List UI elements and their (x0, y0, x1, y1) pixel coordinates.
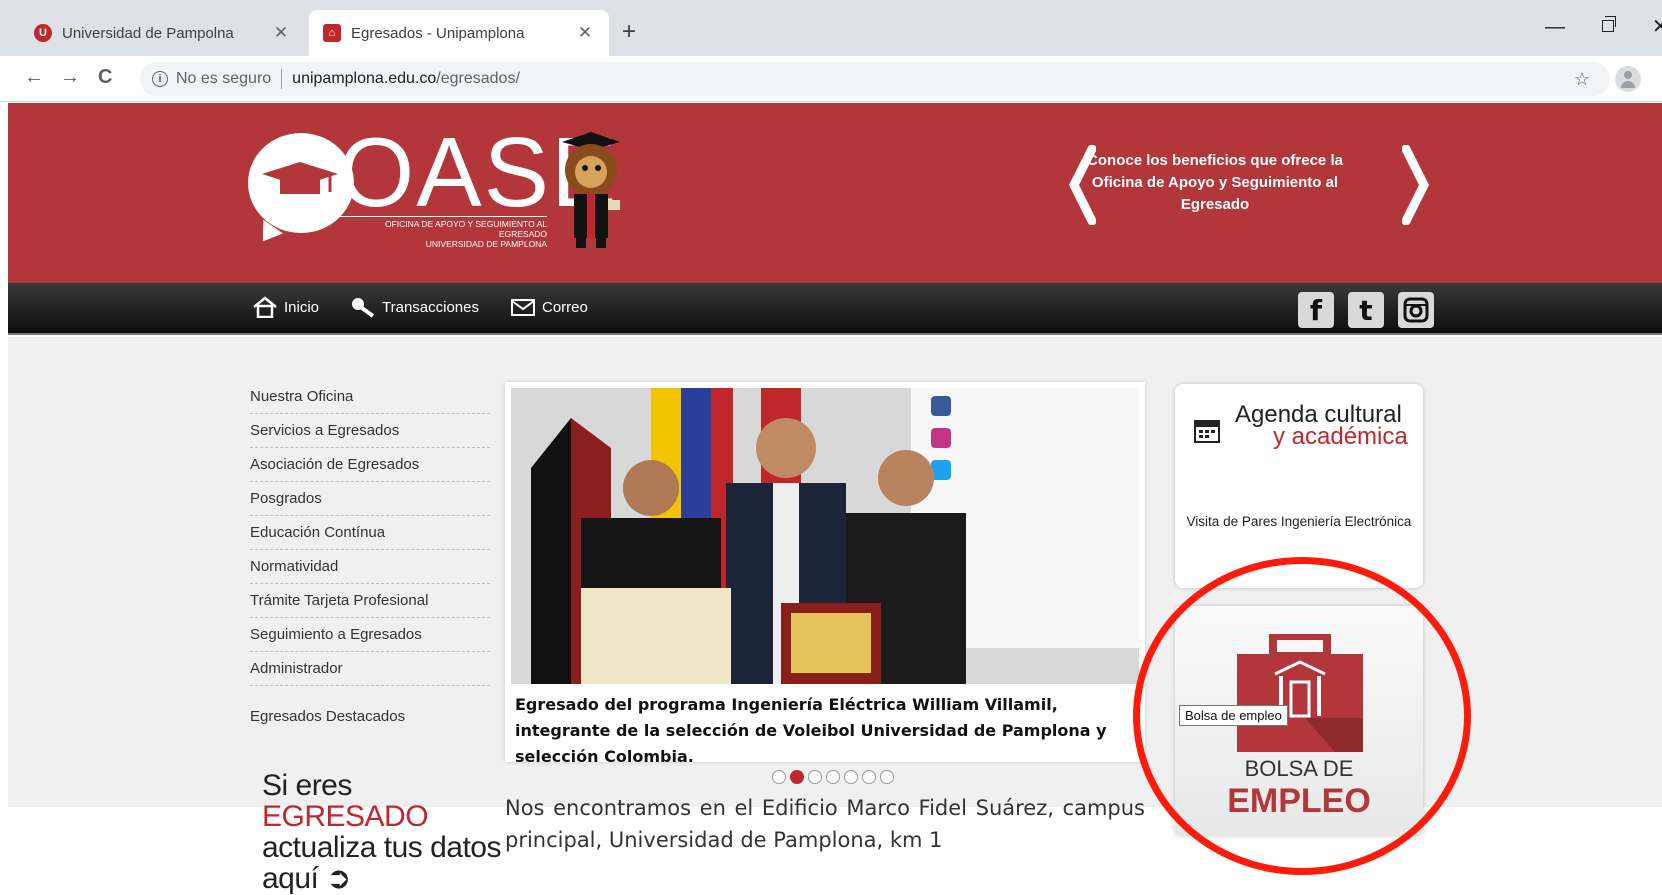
url-host: unipamplona.edu.co (292, 70, 437, 87)
oase-favicon-icon: ⌂ (323, 24, 341, 42)
mail-icon (511, 299, 535, 316)
info-icon[interactable]: i (152, 71, 168, 87)
update-data-banner[interactable]: Si eres EGRESADO actualiza tus datos aqu… (262, 770, 512, 894)
browser-tab-bar: U Universidad de Pampolna ✕ ⌂ Egresados … (0, 0, 1662, 56)
banner-text: aquí ➲ (262, 862, 351, 895)
tab-egresados[interactable]: ⌂ Egresados - Unipamplona ✕ (309, 10, 609, 56)
slider-dot[interactable] (844, 770, 858, 784)
logo-subtitle-line: UNIVERSIDAD DE PAMPLONA (425, 239, 547, 249)
lion-mascot-icon (562, 132, 620, 248)
nav-correo[interactable]: Correo (510, 296, 588, 318)
url-path: /egresados/ (436, 70, 520, 87)
nav-label: Inicio (284, 298, 320, 316)
tab-title: Universidad de Pampolna (62, 24, 234, 42)
instagram-glyph (1403, 297, 1429, 323)
close-tab-icon[interactable]: ✕ (575, 23, 595, 43)
chevron-right-icon[interactable] (1402, 145, 1430, 225)
calendar-icon (1194, 420, 1220, 443)
sidebar-item-tarjeta[interactable]: Trámite Tarjeta Profesional (250, 584, 490, 618)
logo-subtitle-line: OFICINA DE APOYO Y SEGUIMIENTO AL EGRESA… (384, 219, 547, 239)
agenda-title: Agenda cultural y académica (1235, 403, 1408, 450)
twitter-icon[interactable]: t (1348, 292, 1384, 328)
sidebar-item-nuestra-oficina[interactable]: Nuestra Oficina (250, 380, 490, 414)
highlight-circle-annotation (1133, 557, 1471, 875)
divider (281, 69, 283, 89)
nav-label: Correo (542, 298, 588, 316)
bookmark-star-icon[interactable]: ☆ (1574, 69, 1590, 90)
banner-text: Si eres (262, 769, 352, 802)
banner-highlight: EGRESADO (262, 800, 429, 833)
nav-inicio[interactable]: Inicio (252, 296, 319, 318)
address-bar[interactable]: i No es seguro unipamplona.edu.co/egresa… (140, 62, 1610, 96)
instagram-icon[interactable] (1398, 292, 1434, 328)
sidebar-item-seguimiento[interactable]: Seguimiento a Egresados (250, 618, 490, 652)
sidebar-menu: Nuestra Oficina Servicios a Egresados As… (250, 380, 490, 734)
restore-window-icon[interactable] (1602, 16, 1616, 32)
slider-dot[interactable] (880, 770, 894, 784)
sidebar-item-posgrados[interactable]: Posgrados (250, 482, 490, 516)
location-text: Nos encontramos en el Edificio Marco Fid… (505, 796, 1145, 852)
graduation-cap-icon (262, 162, 338, 194)
sidebar-item-administrador[interactable]: Administrador (250, 652, 490, 686)
slider-dot[interactable] (772, 770, 786, 784)
nav-transacciones[interactable]: Transacciones (350, 296, 479, 318)
sidebar-item-asociacion[interactable]: Asociación de Egresados (250, 448, 490, 482)
news-slider[interactable]: Egresado del programa Ingeniería Eléctri… (505, 382, 1145, 766)
agenda-event-link[interactable]: Visita de Pares Ingeniería Electrónica (1175, 514, 1423, 529)
tab-universidad[interactable]: U Universidad de Pampolna ✕ (20, 10, 305, 56)
slider-dot[interactable] (862, 770, 876, 784)
minimize-window-icon[interactable]: — (1545, 16, 1565, 39)
graduation-ceremony-image (511, 388, 1139, 684)
banner-text: actualiza tus datos (262, 831, 501, 864)
slider-dot-active[interactable] (790, 770, 804, 784)
sidebar-item-educacion[interactable]: Educación Contínua (250, 516, 490, 550)
close-tab-icon[interactable]: ✕ (271, 23, 291, 43)
sidebar-item-destacados[interactable]: Egresados Destacados (250, 700, 490, 734)
browser-toolbar: ← → C i No es seguro unipamplona.edu.co /… (0, 56, 1662, 102)
back-arrow-icon[interactable]: ← (24, 66, 44, 89)
nav-label: Transacciones (382, 298, 479, 316)
graduate-photo (511, 388, 1139, 684)
close-window-icon[interactable]: ✕ (1652, 14, 1662, 39)
facebook-icon[interactable]: f (1298, 292, 1334, 328)
tab-title: Egresados - Unipamplona (351, 24, 525, 42)
forward-arrow-icon[interactable]: → (60, 66, 80, 89)
reload-icon[interactable]: C (98, 66, 112, 89)
agenda-title-line: y académica (1273, 423, 1408, 450)
sidebar-item-servicios[interactable]: Servicios a Egresados (250, 414, 490, 448)
slider-dots (772, 770, 894, 784)
oase-logo-subtitle: OFICINA DE APOYO Y SEGUIMIENTO AL EGRESA… (335, 216, 547, 249)
slider-dot[interactable] (826, 770, 840, 784)
sidebar-item-normatividad[interactable]: Normatividad (250, 550, 490, 584)
profile-avatar-icon[interactable] (1615, 66, 1641, 92)
security-label: No es seguro (176, 70, 272, 87)
key-icon (352, 298, 375, 318)
slider-dot[interactable] (808, 770, 822, 784)
university-favicon-icon: U (34, 24, 52, 42)
promo-text: Conoce los beneficios que ofrece la Ofic… (1087, 152, 1343, 213)
home-icon (253, 296, 277, 318)
new-tab-button[interactable]: + (622, 18, 636, 46)
slide-caption: Egresado del programa Ingeniería Eléctri… (515, 695, 1107, 766)
